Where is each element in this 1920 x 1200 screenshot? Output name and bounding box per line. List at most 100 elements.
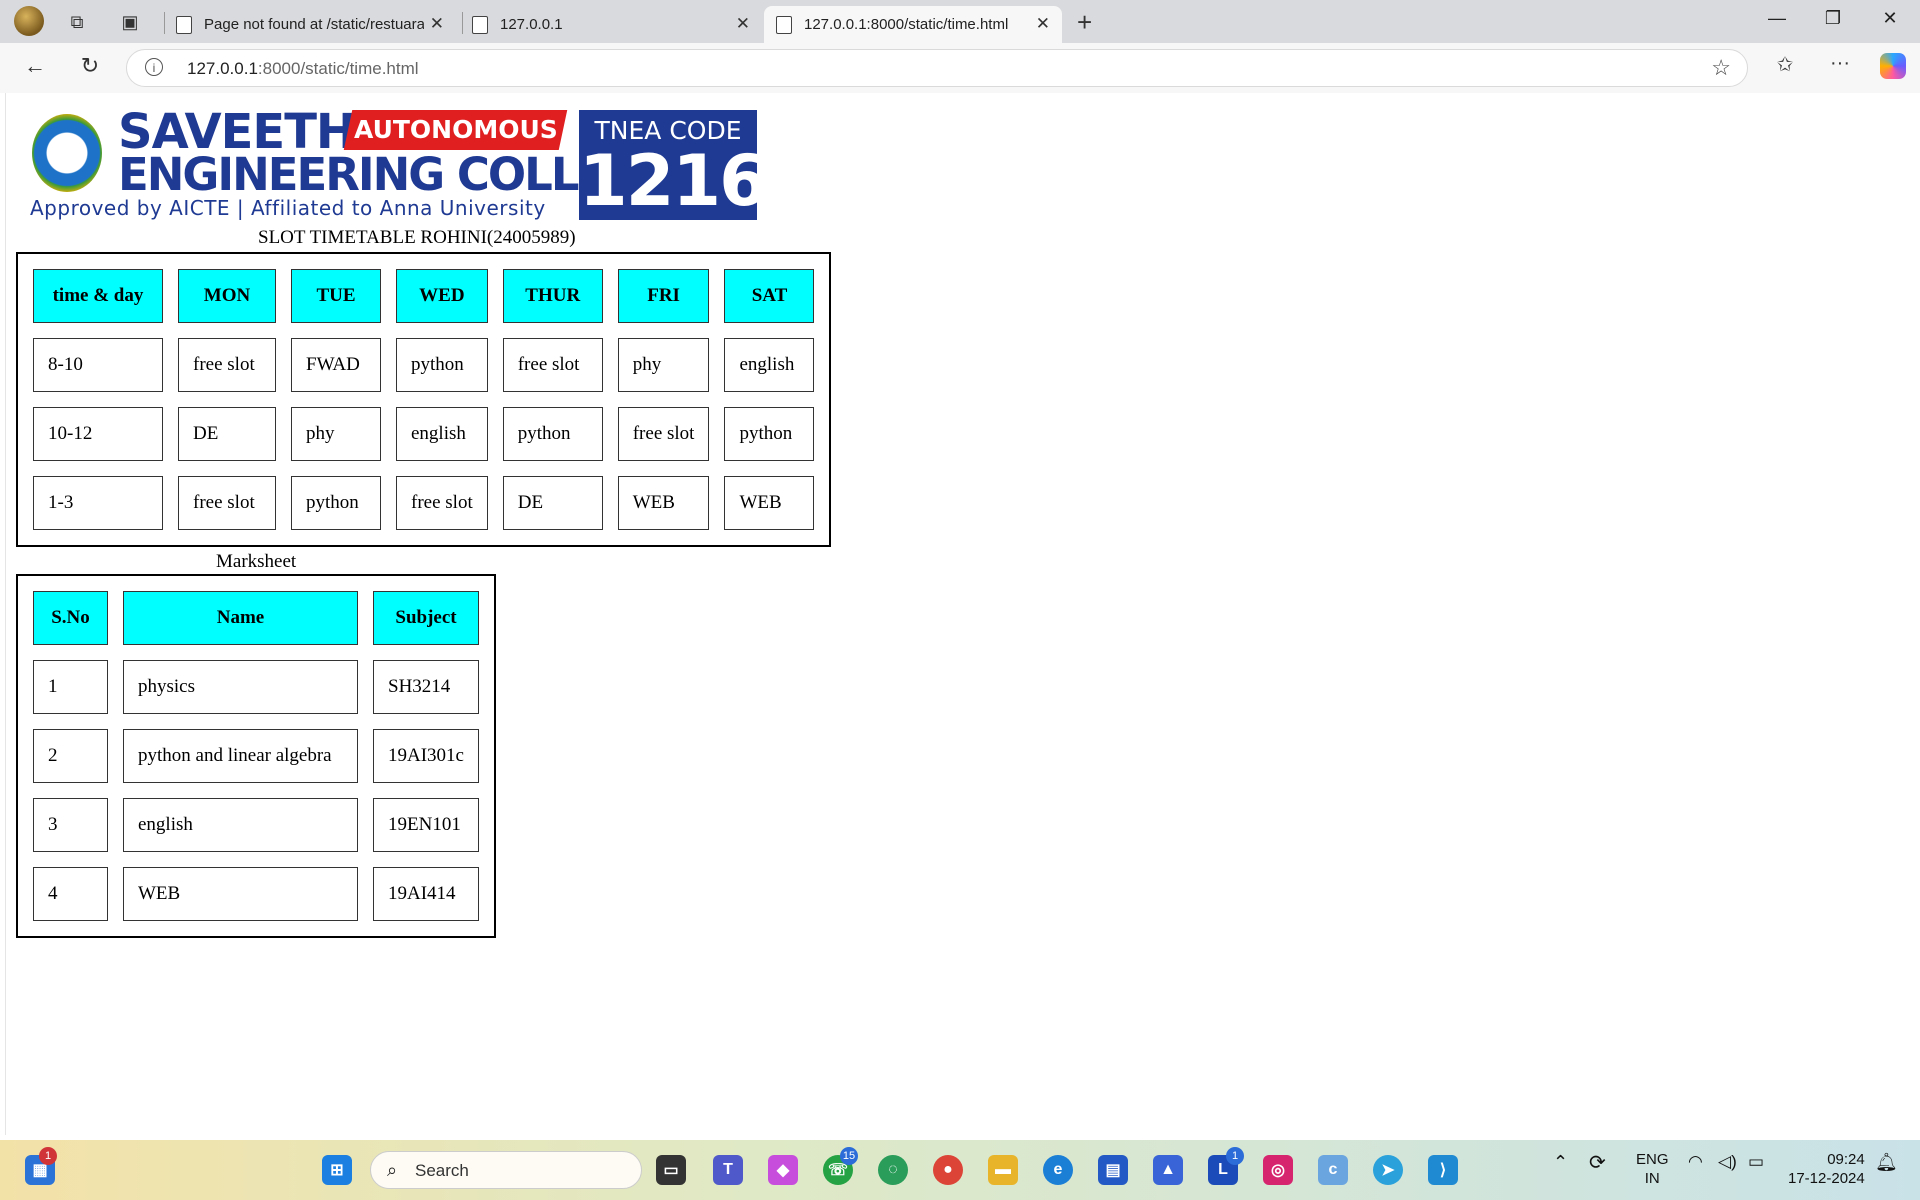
marksheet-caption: Marksheet [216,551,297,572]
notification-bell-icon[interactable]: 🔔︎ [1875,1152,1898,1173]
tab-title: 127.0.0.1 [500,16,563,33]
back-arrow-icon[interactable]: ← [20,53,50,79]
table-cell: DE [502,476,603,530]
refresh-app-icon[interactable]: ◌ [878,1155,908,1185]
sync-icon[interactable]: ⟳ [1589,1150,1606,1175]
edge-icon[interactable]: e [1043,1155,1073,1185]
table-header-cell: FRI [617,269,710,323]
clock[interactable]: 09:24 17-12-2024 [1788,1150,1865,1188]
logo-autonomous-text: AUTONOMOUS [353,115,558,144]
new-tab-button[interactable]: + [1077,7,1092,38]
table-cell: 8-10 [33,338,163,392]
file-explorer-icon[interactable]: ▬ [988,1155,1018,1185]
close-tab-icon[interactable]: ✕ [430,14,444,34]
search-icon: ⌕ [387,1160,398,1180]
refresh-icon[interactable]: ↻ [75,53,105,79]
college-seal-icon [32,114,102,192]
camu-icon[interactable]: c [1318,1155,1348,1185]
wifi-icon[interactable]: ◠ [1688,1152,1703,1172]
close-tab-icon[interactable]: ✕ [1036,14,1050,34]
address-bar-row: ← ↻ i 127.0.0.1:8000/static/time.html ☆ … [0,43,1920,93]
table-header-cell: Name [123,591,358,645]
table-header-row: S.No Name Subject [33,591,479,645]
table-cell: python [502,407,603,461]
table-row: 10-12 DE phy english python free slot python [33,407,815,461]
page-error-icon [472,15,488,34]
address-bar[interactable]: i 127.0.0.1:8000/static/time.html ☆ [126,49,1748,87]
teams-icon[interactable]: T [713,1155,743,1185]
table-cell: python and linear algebra [123,729,358,783]
table-cell: 19AI414 [373,867,479,921]
url-host: 127.0.0.1 [187,59,258,78]
table-cell: 3 [33,798,108,852]
table-cell: 4 [33,867,108,921]
table-cell: free slot [617,407,710,461]
instagram-icon[interactable]: ◎ [1263,1155,1293,1185]
table-row: 8-10 free slot FWAD python free slot phy engli… [33,338,815,392]
table-cell: free slot [178,338,276,392]
table-header-cell: S.No [33,591,108,645]
more-options-icon[interactable]: ··· [1825,52,1855,75]
task-view-icon[interactable]: ▭ [656,1155,686,1185]
language-line2: IN [1644,1170,1660,1187]
table-cell: phy [291,407,381,461]
show-hidden-icons-icon[interactable]: ⌃ [1553,1152,1568,1173]
taskbar-search-placeholder: Search [415,1161,469,1180]
table-row: 4 WEB 19AI414 [33,867,479,921]
restore-icon[interactable]: ❐ [1813,8,1853,29]
logo-autonomous-badge: AUTONOMOUS [343,110,568,150]
page-icon [176,15,192,34]
tab-time-html[interactable]: 127.0.0.1:8000/static/time.html ✕ [764,6,1062,43]
language-indicator[interactable]: ENG IN [1636,1150,1669,1188]
table-cell: physics [123,660,358,714]
favorites-icon[interactable]: ✩ [1770,52,1800,77]
close-tab-icon[interactable]: ✕ [736,14,750,34]
app-icon[interactable]: ▲ [1153,1155,1183,1185]
table-header-cell: THUR [502,269,603,323]
table-cell: python [396,338,488,392]
table-cell: python [724,407,815,461]
close-window-icon[interactable]: ✕ [1870,8,1910,29]
favorite-star-icon[interactable]: ☆ [1711,55,1731,81]
table-cell: 19EN101 [373,798,479,852]
copilot-icon[interactable] [1880,53,1906,79]
logo-tagline: Approved by AICTE | Affiliated to Anna U… [30,196,546,220]
tab-separator [462,12,463,34]
table-cell: 1-3 [33,476,163,530]
tab-separator [164,12,165,34]
minimize-icon[interactable]: — [1757,8,1797,29]
tab-page-not-found[interactable]: Page not found at /static/restuara ✕ [176,6,456,43]
telegram-icon[interactable]: ➤ [1373,1155,1403,1185]
college-logo: SAVEETHA AUTONOMOUS ENGINEERING COLLEGE … [28,104,768,224]
copilot-app-icon[interactable]: ◆ [768,1155,798,1185]
chrome-icon[interactable]: ● [933,1155,963,1185]
vertical-tabs-icon[interactable]: ▣ [117,9,143,35]
table-row: 3 english 19EN101 [33,798,479,852]
battery-icon[interactable]: ▭ [1748,1152,1764,1172]
l-app-badge: 1 [1226,1147,1244,1165]
start-windows-icon[interactable]: ⊞ [322,1155,352,1185]
language-line1: ENG [1636,1151,1669,1168]
site-info-icon[interactable]: i [145,58,163,76]
table-cell: phy [617,338,710,392]
widgets-badge: 1 [39,1147,57,1165]
table-row: 2 python and linear algebra 19AI301c [33,729,479,783]
workspaces-icon[interactable]: ⧉ [64,9,90,35]
table-header-cell: WED [396,269,488,323]
table-cell: python [291,476,381,530]
tab-localhost[interactable]: 127.0.0.1 ✕ [472,6,762,43]
table-cell: free slot [502,338,603,392]
table-cell: 19AI301c [373,729,479,783]
store-icon[interactable]: ▤ [1098,1155,1128,1185]
taskbar-search[interactable]: ⌕ Search [370,1151,642,1189]
vscode-icon[interactable]: ⟩ [1428,1155,1458,1185]
table-cell: english [123,798,358,852]
table-cell: english [396,407,488,461]
browser-tab-bar: ⧉ ▣ Page not found at /static/restuara ✕… [0,0,1920,43]
volume-icon[interactable]: ◁) [1718,1152,1737,1172]
timetable-caption: SLOT TIMETABLE ROHINI(24005989) [258,227,576,248]
table-cell: DE [178,407,276,461]
profile-avatar[interactable] [14,6,44,36]
url-text[interactable]: 127.0.0.1:8000/static/time.html [187,59,419,79]
page-icon [776,15,792,34]
